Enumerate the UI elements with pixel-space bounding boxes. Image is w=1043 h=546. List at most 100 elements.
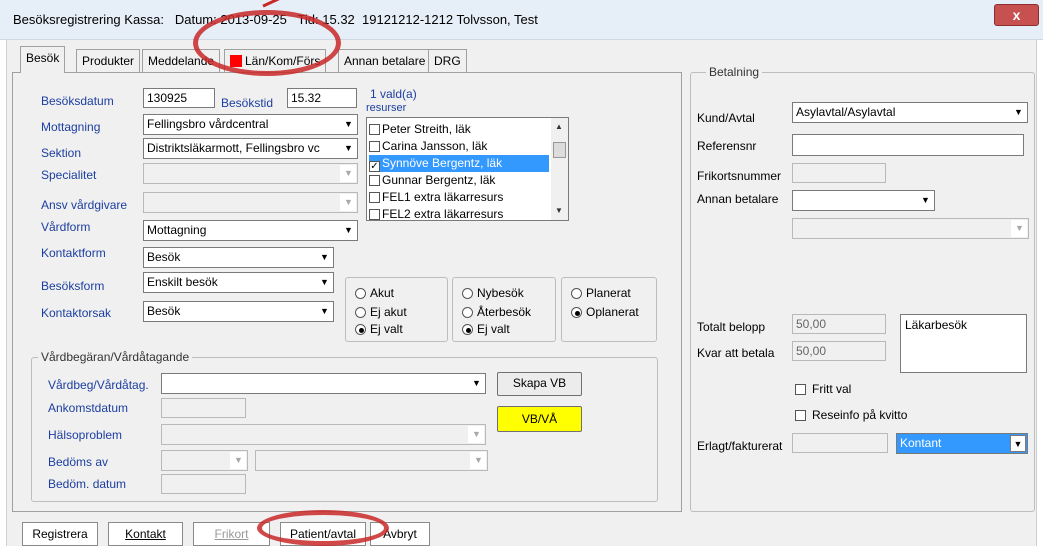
radio-planerat[interactable]: Planerat [571,286,631,300]
besoksform-select[interactable]: Enskilt besök ▼ [143,272,334,293]
besoksdatum-input[interactable]: 130925 [143,88,215,108]
kvar-att-betala-input: 50,00 [792,341,886,361]
erlagt-input[interactable] [792,433,888,453]
radio-label: Återbesök [477,305,532,319]
skapa-vb-button[interactable]: Skapa VB [497,372,582,396]
scroll-down-icon[interactable]: ▼ [555,206,563,215]
besoksform-label: Besöksform [41,279,105,293]
chevron-down-icon[interactable]: ▼ [340,222,356,239]
specialitet-select[interactable]: ▼ [143,163,358,184]
checkbox-checked-icon[interactable]: ✓ [369,161,380,172]
radio-akut[interactable]: Akut [355,286,394,300]
ansv-vardgivare-label: Ansv vårdgivare [41,198,128,212]
checkbox-icon[interactable] [369,175,380,186]
checkbox-icon[interactable] [369,141,380,152]
totalt-belopp-label: Totalt belopp [697,320,766,334]
list-item[interactable]: FEL1 extra läkarresurs [369,189,549,206]
scroll-thumb[interactable] [553,142,566,158]
vardbeg-select[interactable]: ▼ [161,373,486,394]
betalsatt-select[interactable]: Kontant ▼ [896,433,1028,454]
kontaktorsak-select[interactable]: Besök ▼ [143,301,334,322]
tab-drg[interactable]: DRG [428,49,467,72]
vardform-label: Vårdform [41,220,91,234]
radio-ej-akut[interactable]: Ej akut [355,305,407,319]
radio-group-akut: Akut Ej akut Ej valt [345,277,448,342]
frikortsnummer-input[interactable] [792,163,886,183]
chevron-down-icon[interactable]: ▼ [316,303,332,320]
chevron-down-icon: ▼ [470,452,486,469]
ansv-vardgivare-select[interactable]: ▼ [143,192,358,213]
chevron-down-icon[interactable]: ▼ [340,140,356,157]
vardform-select[interactable]: Mottagning ▼ [143,220,358,241]
halsoproblem-select[interactable]: ▼ [161,424,486,445]
bedom-datum-input[interactable] [161,474,246,494]
bedoms-av-select-2[interactable]: ▼ [255,450,488,471]
tab-produkter[interactable]: Produkter [76,49,141,72]
chevron-down-icon[interactable]: ▼ [316,249,332,266]
checkbox-icon[interactable] [369,192,380,203]
reseinfo-checkbox[interactable]: Reseinfo på kvitto [795,408,907,422]
chevron-down-icon[interactable]: ▼ [316,274,332,291]
chevron-down-icon[interactable]: ▼ [468,375,484,392]
tab-besok[interactable]: Besök [20,46,66,73]
kontaktform-value: Besök [147,250,181,264]
resource-scrollbar[interactable]: ▲ ▼ [551,118,568,220]
scroll-up-icon[interactable]: ▲ [555,122,563,131]
tab-annan-betalare[interactable]: Annan betalare [338,49,432,72]
vardform-value: Mottagning [147,223,207,237]
list-item[interactable]: ✓ Synnöve Bergentz, läk [369,155,549,172]
chevron-down-icon: ▼ [468,426,484,443]
list-item[interactable]: Gunnar Bergentz, läk [369,172,549,189]
list-item[interactable]: FEL2 extra läkarresurs [369,206,549,220]
sektion-select[interactable]: Distriktsläkarmott, Fellingsbro vc ▼ [143,138,358,159]
chevron-down-icon[interactable]: ▼ [917,192,933,209]
registrera-button[interactable]: Registrera [22,522,98,546]
note-textarea[interactable]: Läkarbesök [900,314,1027,373]
erlagt-fakturerat-label: Erlagt/fakturerat [697,439,783,453]
radio-icon [355,307,366,318]
kontakt-button[interactable]: Kontakt [108,522,183,546]
list-item[interactable]: Carina Jansson, läk [369,138,549,155]
close-button[interactable]: x [994,4,1039,26]
radio-label: Ej valt [477,322,510,336]
radio-icon [462,288,473,299]
vb-va-button[interactable]: VB/VÅ [497,406,582,432]
betalning-legend: Betalning [706,65,763,79]
annan-betalare-select[interactable]: ▼ [792,190,935,211]
radio-group-besok: Nybesök Återbesök Ej valt [452,277,556,342]
chevron-down-icon: ▼ [230,452,246,469]
halsoproblem-label: Hälsoproblem [48,428,123,442]
chevron-down-icon: ▼ [340,194,356,211]
annan-betalare-detail-select[interactable]: ▼ [792,218,1029,239]
resource-listbox[interactable]: Peter Streith, läk Carina Jansson, läk ✓… [366,117,569,221]
chevron-down-icon[interactable]: ▼ [1010,435,1026,452]
besokstid-input[interactable]: 15.32 [287,88,357,108]
list-item-label: FEL1 extra läkarresurs [382,190,504,204]
radio-ej-valt-2[interactable]: Ej valt [462,322,510,336]
highlight-circle-date [193,10,341,76]
kontaktform-select[interactable]: Besök ▼ [143,247,334,268]
list-item-label: Gunnar Bergentz, läk [382,173,496,187]
vardbeg-label: Vårdbeg/Vårdåtag. [48,378,149,392]
list-item[interactable]: Peter Streith, läk [369,121,549,138]
bedoms-av-select-1[interactable]: ▼ [161,450,248,471]
kund-avtal-select[interactable]: Asylavtal/Asylavtal ▼ [792,102,1028,123]
radio-nybesok[interactable]: Nybesök [462,286,524,300]
chevron-down-icon[interactable]: ▼ [340,116,356,133]
checkbox-icon[interactable] [369,209,380,220]
radio-aterbesok[interactable]: Återbesök [462,305,531,319]
ankomstdatum-input[interactable] [161,398,246,418]
sektion-label: Sektion [41,146,82,160]
radio-oplanerat[interactable]: Oplanerat [571,305,639,319]
mottagning-select[interactable]: Fellingsbro vårdcentral ▼ [143,114,358,135]
kontaktform-label: Kontaktform [41,246,106,260]
checkbox-icon[interactable] [369,124,380,135]
checkbox-icon [795,384,806,395]
chevron-down-icon[interactable]: ▼ [1010,104,1026,121]
fritt-val-label: Fritt val [812,382,852,396]
reseinfo-label: Reseinfo på kvitto [812,408,908,422]
ankomstdatum-label: Ankomstdatum [48,401,129,415]
radio-ej-valt-1[interactable]: Ej valt [355,322,403,336]
referensnr-input[interactable] [792,134,1024,156]
fritt-val-checkbox[interactable]: Fritt val [795,382,851,396]
